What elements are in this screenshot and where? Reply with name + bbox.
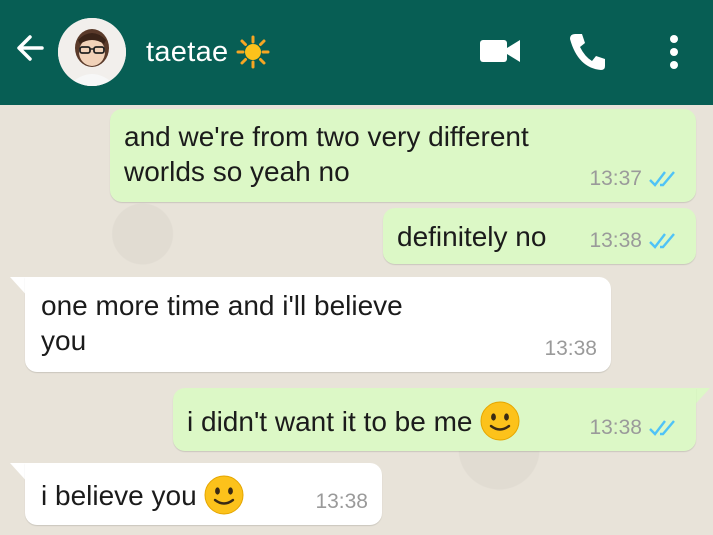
message-meta: 13:38 — [315, 484, 368, 519]
message-text: i didn't want it to be me — [187, 405, 473, 437]
message-text-line: worlds so yeah no — [124, 156, 350, 187]
slightly-smiling-face-emoji — [204, 475, 244, 515]
chat-area[interactable]: and we're from two very different worlds… — [0, 105, 713, 535]
contact-avatar[interactable] — [58, 18, 126, 86]
contact-name: taetae — [146, 35, 229, 68]
message-meta: 13:38 — [544, 331, 597, 366]
message-bubble-outgoing[interactable]: and we're from two very different worlds… — [110, 109, 696, 202]
message-text: and we're from two very different worlds… — [124, 119, 529, 189]
double-check-read-icon — [649, 170, 675, 187]
double-check-read-icon — [649, 419, 675, 436]
double-check-read-icon — [649, 232, 675, 249]
slightly-smiling-face-emoji — [480, 401, 519, 441]
message-meta: 13:38 — [589, 410, 682, 445]
message-text: one more time and i'll believe you — [41, 288, 403, 358]
message-text-wrap: i believe you — [41, 474, 245, 516]
sun-emoji — [236, 35, 270, 69]
message-bubble-incoming[interactable]: i believe you 13:38 — [25, 463, 382, 525]
arrow-left-icon[interactable] — [12, 28, 52, 68]
more-vertical-icon[interactable] — [662, 32, 686, 72]
video-camera-icon[interactable] — [478, 36, 522, 66]
message-time: 13:38 — [589, 416, 642, 439]
message-time: 13:38 — [589, 229, 642, 252]
message-text-line: you — [41, 325, 87, 356]
phone-icon[interactable] — [566, 30, 608, 72]
message-meta: 13:37 — [589, 161, 682, 196]
contact-info[interactable]: taetae — [146, 32, 270, 72]
chat-header: taetae — [0, 0, 713, 105]
avatar-image — [58, 18, 126, 86]
message-time: 13:38 — [315, 490, 368, 513]
message-text-wrap: i didn't want it to be me — [187, 400, 521, 442]
message-meta: 13:38 — [589, 223, 682, 258]
message-text: definitely no — [397, 221, 547, 252]
message-text-line: one more time and i'll believe — [41, 290, 403, 321]
message-bubble-outgoing[interactable]: definitely no 13:38 — [383, 208, 696, 264]
message-bubble-outgoing[interactable]: i didn't want it to be me 13:38 — [173, 388, 696, 451]
message-bubble-incoming[interactable]: one more time and i'll believe you 13:38 — [25, 277, 611, 372]
message-text: i believe you — [41, 479, 197, 511]
message-time: 13:38 — [544, 337, 597, 360]
message-text-line: and we're from two very different — [124, 121, 529, 152]
message-time: 13:37 — [589, 167, 642, 190]
